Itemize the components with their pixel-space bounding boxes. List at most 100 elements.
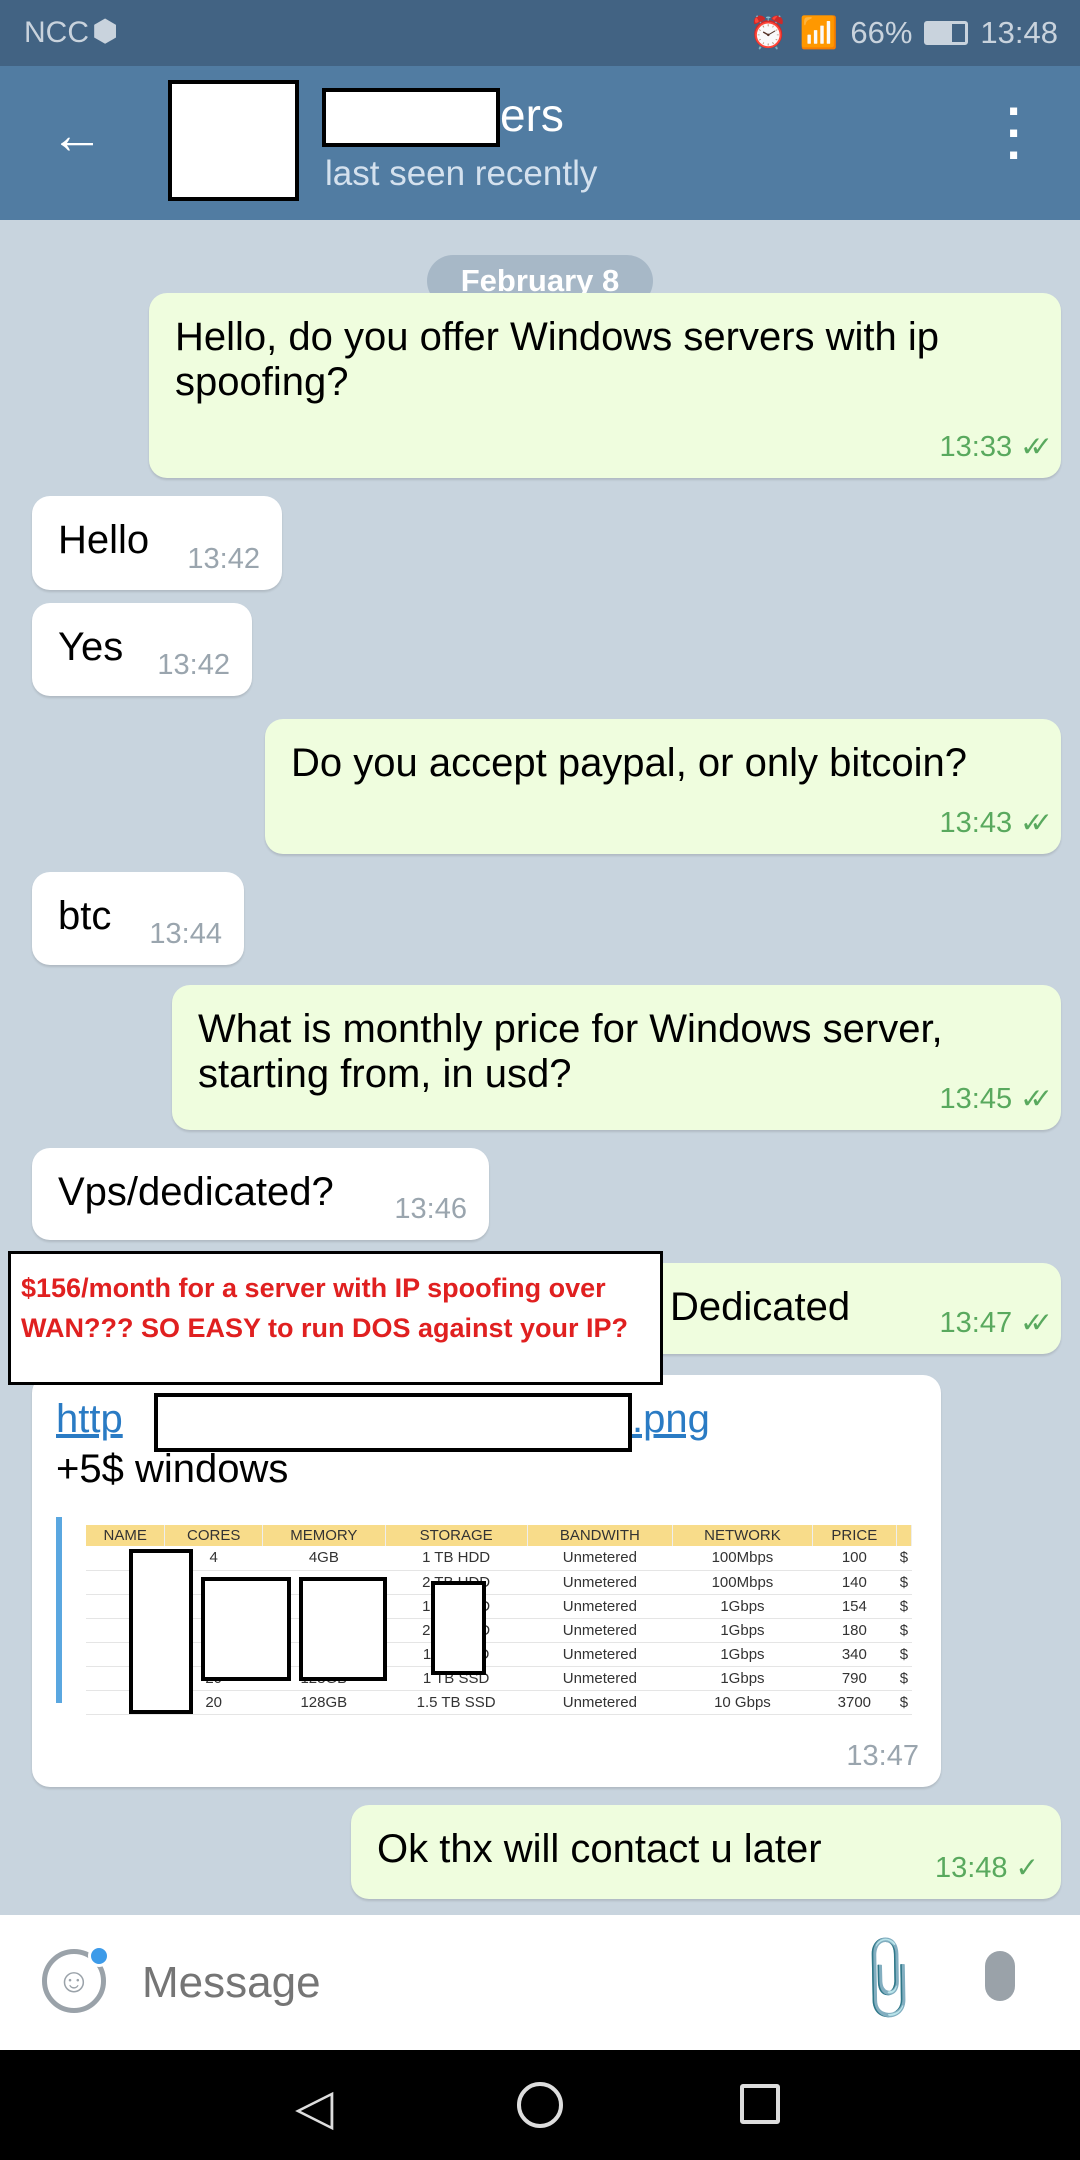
wifi-icon: 📶 <box>799 15 839 50</box>
table-cell: 3700 <box>812 1690 897 1715</box>
message-text: +5$ windows <box>56 1447 289 1491</box>
table-cell: 100Mbps <box>672 1546 813 1571</box>
redaction <box>201 1577 291 1681</box>
message-text: Ok thx will contact u later <box>377 1827 822 1871</box>
table-cell: 100Mbps <box>672 1570 813 1595</box>
message-text: Do you accept paypal, or only bitcoin? <box>291 741 967 785</box>
double-check-icon: ✓✓ <box>1020 1307 1053 1338</box>
column-header: BANDWITH <box>527 1525 674 1546</box>
clock: 13:48 <box>980 14 1058 50</box>
message-time: 13:48 <box>934 1852 1008 1884</box>
message-input-bar: ☺ 📎 <box>0 1915 1080 2050</box>
column-header: PRICE <box>812 1525 897 1546</box>
column-header <box>896 1525 913 1546</box>
message-bubble[interactable]: What is monthly price for Windows server… <box>172 985 1061 1130</box>
message-bubble[interactable]: Do you accept paypal, or only bitcoin? 1… <box>265 719 1061 854</box>
table-cell: Unmetered <box>527 1546 673 1571</box>
table-cell: 140 <box>812 1570 897 1595</box>
hand-icon: ⬢ <box>92 15 119 48</box>
message-bubble[interactable]: Vps/dedicated? 13:46 <box>32 1148 489 1240</box>
message-text: btc <box>58 894 112 938</box>
table-cell: Unmetered <box>527 1570 673 1595</box>
table-cell: Unmetered <box>527 1666 673 1691</box>
avatar[interactable] <box>168 80 299 201</box>
message-time: 13:46 <box>394 1193 467 1225</box>
table-cell: 154 <box>812 1594 897 1619</box>
message-bubble[interactable]: Yes 13:42 <box>32 603 252 696</box>
table-cell: 1Gbps <box>672 1594 813 1619</box>
home-nav-icon[interactable] <box>517 2082 563 2128</box>
table-cell: 1Gbps <box>672 1618 813 1643</box>
column-header: NAME <box>86 1525 166 1546</box>
table-cell: Unmetered <box>527 1594 673 1619</box>
carrier: NCC <box>24 16 89 49</box>
table-cell: Unmetered <box>527 1642 673 1667</box>
message-bubble[interactable]: btc 13:44 <box>32 872 244 965</box>
message-text: Dedicated <box>670 1285 851 1329</box>
table-cell: 100 <box>812 1546 897 1571</box>
table-cell: $ <box>896 1594 912 1619</box>
table-row: 4 4GB 1 TB HDD Unmetered 100Mbps 100 $ <box>86 1546 912 1571</box>
microphone-icon[interactable] <box>985 1951 1015 2001</box>
table-cell: 790 <box>812 1666 897 1691</box>
attach-icon[interactable]: 📎 <box>836 1927 939 2029</box>
redaction <box>299 1577 387 1681</box>
table-cell: 4GB <box>262 1546 386 1571</box>
back-arrow-icon[interactable]: ← <box>50 104 104 166</box>
message-bubble[interactable]: Hello, do you offer Windows servers with… <box>149 293 1061 478</box>
alarm-icon: ⏰ <box>749 15 788 50</box>
annotation-box: $156/month for a server with IP spoofing… <box>8 1251 663 1385</box>
table-cell: 10 Gbps <box>672 1690 813 1715</box>
more-menu-icon[interactable]: · · · <box>1000 86 1030 180</box>
message-text: Hello, do you offer Windows servers with… <box>175 315 940 404</box>
redaction <box>129 1549 193 1714</box>
link-preview-image[interactable]: NAME CORES MEMORY STORAGE BANDWITH NETWORK PRI… <box>86 1525 913 1715</box>
message-text: Hello <box>58 518 150 562</box>
name-redaction <box>322 88 500 147</box>
chat-name[interactable]: ers <box>500 88 564 142</box>
message-time: 13:47 <box>846 1740 919 1772</box>
message-bubble[interactable]: http .png +5$ windows NAME CORES MEMORY STO… <box>32 1375 941 1787</box>
table-cell: $ <box>896 1666 912 1691</box>
message-text: What is monthly price for Windows server… <box>198 1007 943 1096</box>
last-seen: last seen recently <box>325 154 598 193</box>
table-row: 20 128GB 1.5 TB SSD Unmetered 10 Gbps 3700 $ <box>86 1690 912 1715</box>
message-bubble[interactable]: Ok thx will contact u later 13:48 ✓ <box>351 1805 1061 1899</box>
message-bubble[interactable]: Hello 13:42 <box>32 496 282 590</box>
table-cell: 180 <box>812 1618 897 1643</box>
message-text: Yes <box>58 625 124 669</box>
message-time: 13:33 <box>939 431 1013 463</box>
column-header: CORES <box>164 1525 263 1546</box>
table-cell: Unmetered <box>527 1690 673 1715</box>
redaction <box>431 1581 486 1675</box>
double-check-icon: ✓✓ <box>1020 1083 1053 1114</box>
table-cell: 1Gbps <box>672 1666 813 1691</box>
table-cell: 340 <box>812 1642 897 1667</box>
link-start[interactable]: http <box>56 1397 123 1441</box>
notification-dot <box>88 1945 110 1967</box>
back-nav-icon[interactable]: ◁ <box>295 2078 333 2136</box>
table-cell: $ <box>896 1570 912 1595</box>
preview-bar <box>56 1517 62 1703</box>
table-cell: $ <box>896 1642 912 1667</box>
link-redaction <box>154 1393 632 1452</box>
double-check-icon: ✓✓ <box>1020 431 1053 462</box>
message-time: 13:44 <box>149 918 222 950</box>
chat-header: ← ers last seen recently · · · <box>0 66 1080 220</box>
message-time: 13:45 <box>939 1083 1013 1115</box>
table-cell: $ <box>896 1618 912 1643</box>
column-header: STORAGE <box>385 1525 528 1546</box>
table-cell: Unmetered <box>527 1618 673 1643</box>
table-header-row: NAME CORES MEMORY STORAGE BANDWITH NETWORK PRI… <box>86 1525 913 1546</box>
table-cell: 1 TB HDD <box>385 1546 528 1571</box>
column-header: MEMORY <box>262 1525 386 1546</box>
table-cell: $ <box>896 1690 912 1715</box>
message-input[interactable] <box>142 1951 822 2015</box>
recents-nav-icon[interactable] <box>740 2084 780 2124</box>
table-cell: $ <box>896 1546 912 1571</box>
double-check-icon: ✓✓ <box>1020 807 1053 838</box>
link-end[interactable]: .png <box>632 1397 710 1442</box>
message-time: 13:42 <box>157 649 230 681</box>
check-icon: ✓ <box>1015 1852 1039 1883</box>
message-text: Vps/dedicated? <box>58 1170 334 1214</box>
